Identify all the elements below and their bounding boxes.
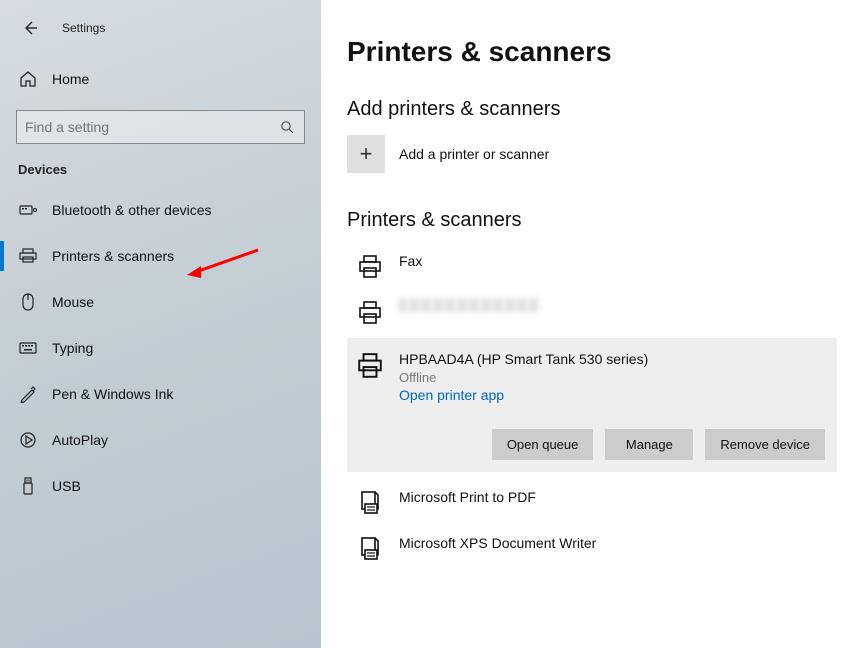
device-ms-xps[interactable]: Microsoft XPS Document Writer xyxy=(347,528,837,568)
home-icon xyxy=(18,70,38,88)
autoplay-icon xyxy=(18,431,38,449)
printer-icon xyxy=(355,352,385,380)
nav-label: AutoPlay xyxy=(52,432,108,448)
search-input[interactable] xyxy=(25,119,278,135)
device-hp-selected[interactable]: HPBAAD4A (HP Smart Tank 530 series) Offl… xyxy=(347,338,837,472)
nav-typing[interactable]: Typing xyxy=(0,325,321,371)
document-printer-icon xyxy=(355,490,385,516)
app-title: Settings xyxy=(62,21,105,35)
nav-label: Mouse xyxy=(52,294,94,310)
device-name-redacted xyxy=(399,298,539,312)
search-container xyxy=(16,110,305,144)
sidebar: Settings Home Devices Bluetooth & other … xyxy=(0,0,321,648)
pen-icon xyxy=(18,385,38,403)
home-nav[interactable]: Home xyxy=(0,62,321,96)
main-content: Printers & scanners Add printers & scann… xyxy=(321,0,867,648)
search-box[interactable] xyxy=(16,110,305,144)
device-name: Microsoft Print to PDF xyxy=(399,488,833,508)
device-name: HPBAAD4A (HP Smart Tank 530 series) xyxy=(399,350,827,370)
open-queue-button[interactable]: Open queue xyxy=(492,429,594,460)
nav-printers[interactable]: Printers & scanners xyxy=(0,233,321,279)
printer-icon xyxy=(355,254,385,280)
nav-label: Pen & Windows Ink xyxy=(52,386,173,402)
nav-label: Bluetooth & other devices xyxy=(52,202,212,218)
nav-usb[interactable]: USB xyxy=(0,463,321,509)
device-fax[interactable]: Fax xyxy=(347,246,837,286)
section-list-title: Printers & scanners xyxy=(347,209,837,232)
add-printer-row[interactable]: + Add a printer or scanner xyxy=(347,135,837,173)
arrow-left-icon xyxy=(22,20,38,36)
device-ms-print-pdf[interactable]: Microsoft Print to PDF xyxy=(347,482,837,522)
nav-autoplay[interactable]: AutoPlay xyxy=(0,417,321,463)
device-actions: Open queue Manage Remove device xyxy=(399,429,827,460)
page-title: Printers & scanners xyxy=(347,36,837,68)
device-name: Microsoft XPS Document Writer xyxy=(399,534,833,554)
nav-label: Printers & scanners xyxy=(52,248,174,264)
bluetooth-icon xyxy=(18,203,38,217)
add-printer-label: Add a printer or scanner xyxy=(399,146,549,162)
title-bar: Settings xyxy=(0,14,321,42)
usb-icon xyxy=(18,477,38,495)
plus-icon: + xyxy=(347,135,385,173)
home-label: Home xyxy=(52,71,89,87)
nav-pen[interactable]: Pen & Windows Ink xyxy=(0,371,321,417)
document-printer-icon xyxy=(355,536,385,562)
nav-bluetooth[interactable]: Bluetooth & other devices xyxy=(0,187,321,233)
nav-list: Bluetooth & other devices Printers & sca… xyxy=(0,187,321,509)
open-printer-app-link[interactable]: Open printer app xyxy=(399,387,827,403)
category-label: Devices xyxy=(0,162,321,177)
keyboard-icon xyxy=(18,342,38,354)
section-add-title: Add printers & scanners xyxy=(347,98,837,121)
nav-label: Typing xyxy=(52,340,93,356)
mouse-icon xyxy=(18,293,38,311)
device-name: Fax xyxy=(399,252,833,272)
remove-device-button[interactable]: Remove device xyxy=(705,429,825,460)
device-redacted[interactable] xyxy=(347,292,837,332)
back-button[interactable] xyxy=(18,16,42,40)
device-list: Fax HPBAAD4A (HP Smart Tank 530 series) … xyxy=(347,246,837,574)
nav-mouse[interactable]: Mouse xyxy=(0,279,321,325)
manage-button[interactable]: Manage xyxy=(605,429,693,460)
printer-icon xyxy=(355,300,385,326)
printer-icon xyxy=(18,248,38,264)
device-status: Offline xyxy=(399,370,827,385)
search-icon xyxy=(278,120,296,134)
nav-label: USB xyxy=(52,478,81,494)
